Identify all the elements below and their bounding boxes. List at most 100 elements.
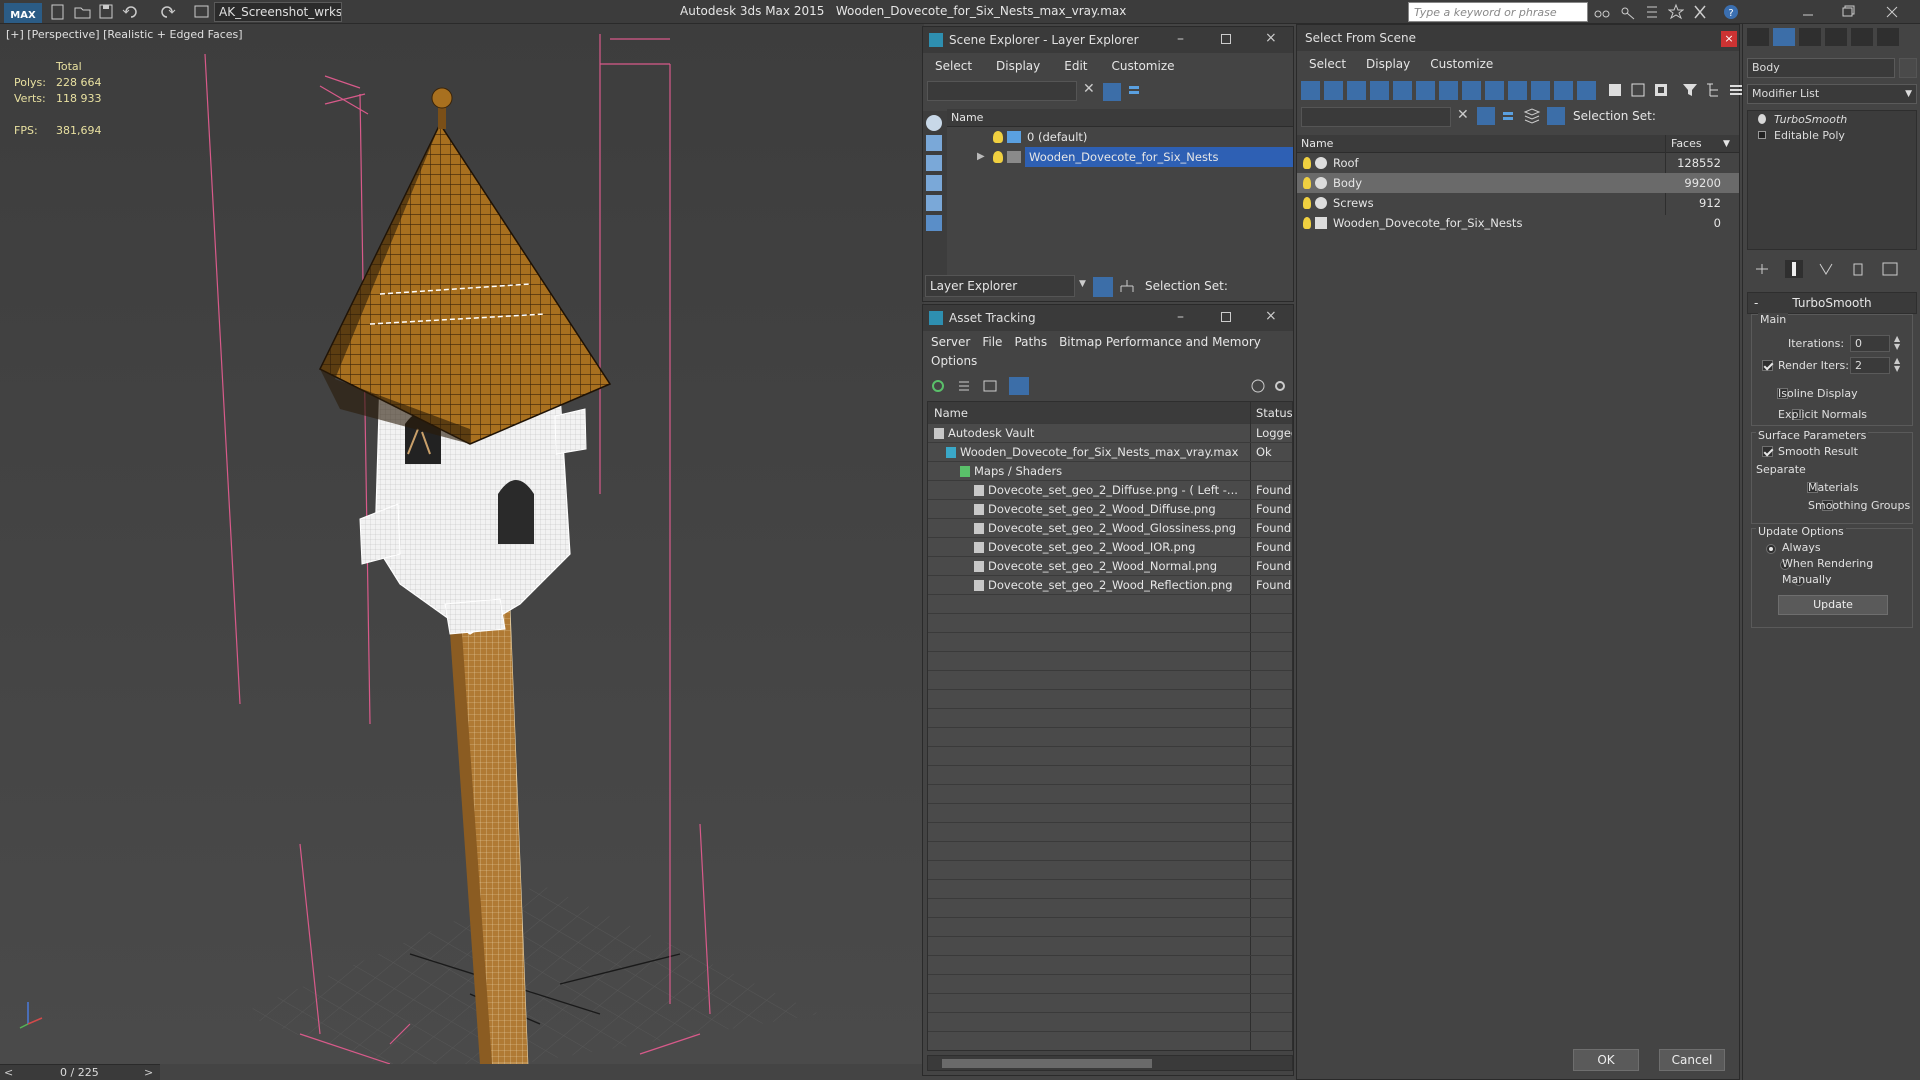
table-row[interactable] [928, 728, 1292, 747]
lightbulb-icon[interactable] [1303, 217, 1311, 229]
project-folder-icon[interactable] [194, 3, 212, 21]
col-name[interactable]: Name [1301, 135, 1333, 153]
subscription-icon[interactable] [1644, 3, 1662, 21]
table-row[interactable] [928, 614, 1292, 633]
minimize-icon[interactable] [1800, 3, 1818, 21]
remove-modifier-icon[interactable] [1849, 260, 1867, 278]
explorer-type-dropdown[interactable]: Layer Explorer [925, 275, 1075, 297]
search-input[interactable]: Type a keyword or phrase [1408, 2, 1588, 22]
table-row[interactable] [928, 937, 1292, 956]
filter-cameras-icon[interactable] [1370, 81, 1389, 100]
help-icon[interactable] [1251, 379, 1265, 393]
hierarchy-view-icon[interactable] [1547, 107, 1565, 125]
layer-view-icon[interactable] [1523, 107, 1541, 125]
asset-tracking-titlebar[interactable]: Asset Tracking [923, 305, 1293, 331]
menu-options[interactable]: Options [931, 354, 977, 368]
render-iters-checkbox[interactable] [1762, 360, 1773, 371]
select-none-icon[interactable] [1629, 81, 1648, 100]
motion-tab-icon[interactable] [1825, 28, 1847, 46]
undo-icon[interactable] [122, 3, 140, 21]
modifier-stack-item[interactable]: Editable Poly [1748, 127, 1916, 143]
table-row[interactable]: Dovecote_set_geo_2_Wood_Normal.png Found [928, 557, 1292, 576]
close-icon[interactable]: × [1721, 31, 1737, 47]
key-icon[interactable] [1620, 3, 1638, 21]
table-row[interactable] [928, 804, 1292, 823]
lightbulb-icon[interactable] [1303, 157, 1311, 169]
select-all-icon[interactable] [1606, 81, 1625, 100]
time-slider[interactable]: < 0 / 225 > [0, 1064, 160, 1080]
spinner-arrows-icon[interactable]: ▲ ▼ [1894, 357, 1900, 373]
table-row[interactable]: Dovecote_set_geo_2_Wood_IOR.png Found [928, 538, 1292, 557]
layer-row-selected[interactable]: ▶ Wooden_Dovecote_for_Six_Nests [949, 147, 1293, 167]
object-row[interactable]: Wooden_Dovecote_for_Six_Nests 0 [1297, 213, 1739, 233]
close-icon[interactable]: × [1265, 308, 1277, 324]
table-row[interactable] [928, 785, 1292, 804]
table-row[interactable]: Maps / Shaders [928, 462, 1292, 481]
table-row[interactable]: Dovecote_set_geo_2_Diffuse.png - ( Left … [928, 481, 1292, 500]
table-row[interactable] [928, 766, 1292, 785]
table-row[interactable] [928, 975, 1292, 994]
object-name-field[interactable]: Body [1747, 58, 1895, 78]
filter-xrefs-icon[interactable] [1462, 81, 1481, 100]
filter-spacewarps-icon[interactable] [1416, 81, 1435, 100]
horizontal-scrollbar[interactable] [927, 1055, 1293, 1071]
settings-icon[interactable] [1273, 379, 1287, 393]
table-row[interactable]: Dovecote_set_geo_2_Wood_Diffuse.png Found [928, 500, 1292, 519]
table-row[interactable] [928, 823, 1292, 842]
smooth-result-checkbox[interactable] [1762, 446, 1773, 457]
object-row[interactable]: Screws 912 [1297, 193, 1739, 213]
minimize-icon[interactable]: – [1177, 309, 1184, 325]
exchange-icon[interactable] [1692, 3, 1710, 21]
table-row[interactable] [928, 842, 1292, 861]
display-shapes-icon[interactable] [926, 155, 942, 171]
table-row[interactable]: Dovecote_set_geo_2_Wood_Reflection.png Fo… [928, 576, 1292, 595]
workspace-dropdown[interactable]: AK_Screenshot_wrksp [214, 2, 342, 22]
configure-sets-icon[interactable] [1881, 260, 1899, 278]
create-tab-icon[interactable] [1747, 28, 1769, 46]
menu-paths[interactable]: Paths [1014, 335, 1047, 349]
table-row[interactable] [928, 633, 1292, 652]
display-objects-icon[interactable] [926, 115, 942, 131]
display-geometry-icon[interactable] [926, 135, 942, 151]
table-row[interactable] [928, 994, 1292, 1013]
list-view-icon[interactable] [957, 379, 971, 393]
clear-search-icon[interactable]: ✕ [1083, 81, 1095, 97]
refresh-icon[interactable] [931, 379, 945, 393]
sort-down-icon[interactable]: ▼ [1723, 135, 1730, 153]
menu-customize[interactable]: Customize [1112, 59, 1175, 73]
lightbulb-icon[interactable] [993, 131, 1003, 143]
layer-mode-icon[interactable] [1093, 277, 1113, 297]
help-icon[interactable]: ? [1722, 3, 1740, 21]
menu-bitmap-performance[interactable]: Bitmap Performance and Memory [1059, 335, 1261, 349]
star-icon[interactable] [1668, 3, 1686, 21]
table-view-icon[interactable] [983, 379, 997, 393]
table-row[interactable] [928, 899, 1292, 918]
table-row[interactable] [928, 652, 1292, 671]
show-end-result-icon[interactable] [1785, 260, 1803, 278]
object-row[interactable]: Roof 128552 [1297, 153, 1739, 173]
layer-list-header[interactable]: Name [947, 109, 1293, 127]
table-row[interactable] [928, 1032, 1292, 1050]
menu-server[interactable]: Server [931, 335, 970, 349]
table-row[interactable] [928, 861, 1292, 880]
menu-edit[interactable]: Edit [1064, 59, 1087, 73]
render-iters-spinner[interactable]: 2 [1850, 357, 1890, 374]
filter-shapes-icon[interactable] [1324, 81, 1343, 100]
table-row[interactable]: Wooden_Dovecote_for_Six_Nests_max_vray.m… [928, 443, 1292, 462]
table-row[interactable]: Autodesk Vault Logged [928, 424, 1292, 443]
table-row[interactable] [928, 671, 1292, 690]
filter-icon[interactable] [1477, 107, 1495, 125]
table-row[interactable] [928, 690, 1292, 709]
layer-sort-icon[interactable] [1127, 83, 1143, 99]
select-scene-search-input[interactable] [1301, 107, 1451, 127]
modifier-stack-item[interactable]: TurboSmooth [1748, 111, 1916, 127]
display-lights-icon[interactable] [926, 175, 942, 191]
save-file-icon[interactable] [98, 3, 116, 21]
grid-view-icon[interactable] [1009, 377, 1029, 395]
display-cameras-icon[interactable] [926, 195, 942, 211]
lightbulb-icon[interactable] [1758, 114, 1766, 124]
table-row[interactable] [928, 880, 1292, 899]
chevron-down-icon[interactable]: ▼ [1079, 279, 1086, 289]
ok-button[interactable]: OK [1573, 1049, 1639, 1071]
app-menu-button[interactable]: MAX [4, 3, 42, 23]
